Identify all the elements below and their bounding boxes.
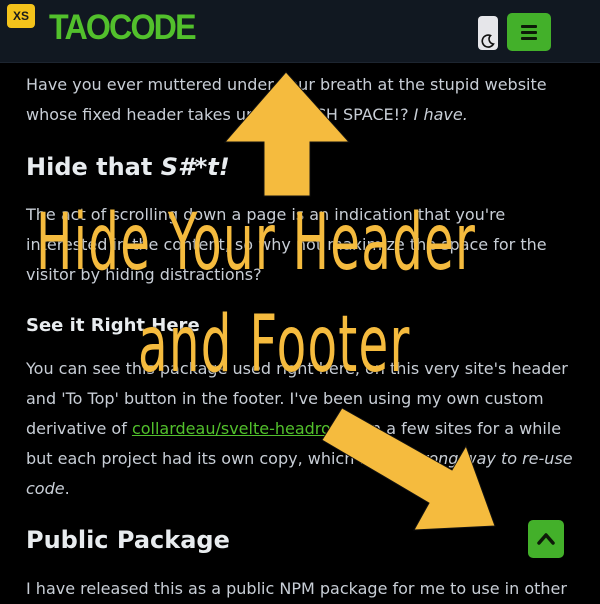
down-right-arrow-icon [321,407,496,531]
overlay-title-line2: and Footer [138,300,411,390]
to-top-button[interactable] [528,520,564,558]
chevron-up-icon [537,533,555,545]
up-arrow-icon [223,71,351,197]
overlay-title-line1: Hide Your Header [36,198,477,288]
